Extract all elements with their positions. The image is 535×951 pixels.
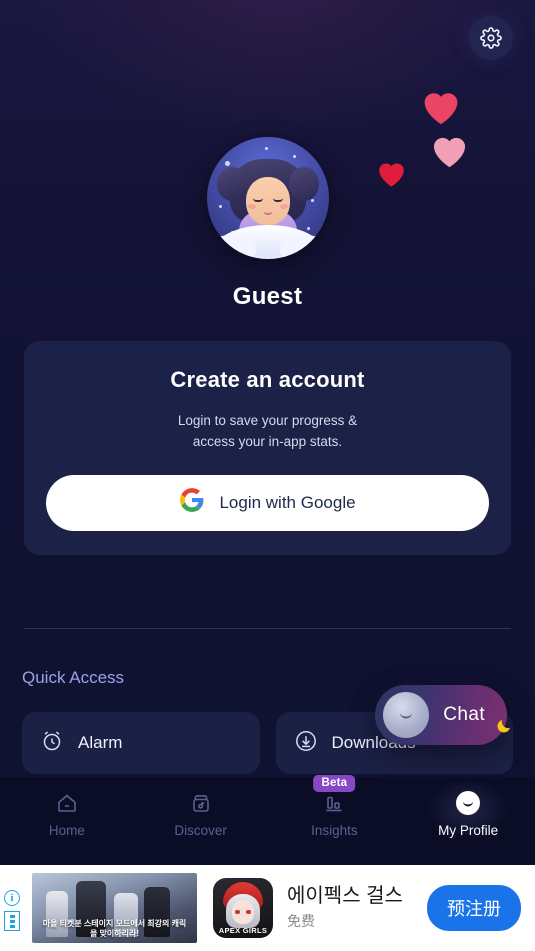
profile-face-icon (456, 791, 481, 815)
crescent-moon-icon (495, 717, 513, 735)
download-circle-icon (294, 729, 318, 758)
nav-item-my-profile[interactable]: My Profile (401, 791, 535, 838)
card-subtitle-line2: access your in-app stats. (192, 433, 343, 449)
music-box-icon (189, 791, 213, 815)
nav-label: Discover (174, 823, 227, 838)
quick-access-title: Quick Access (22, 668, 125, 687)
heart-icon-2 (428, 131, 471, 169)
ad-hero-caption: 마을 티켓분 스테이지 모드에서 최강의 캐릭을 맞이하리라! (42, 919, 187, 938)
card-subtitle: Login to save your progress & access you… (46, 411, 489, 453)
settings-button[interactable] (469, 16, 513, 60)
bottom-navigation: Home Discover Beta Insights My Profile (0, 775, 535, 865)
sleeping-girl-avatar (206, 137, 329, 259)
quick-access-item-alarm[interactable]: Alarm (22, 712, 260, 774)
home-icon (55, 791, 79, 815)
nav-item-discover[interactable]: Discover (134, 791, 268, 838)
beta-badge: Beta (313, 775, 356, 792)
nav-item-home[interactable]: Home (0, 791, 134, 838)
google-button-label: Login with Google (219, 492, 356, 512)
ad-banner[interactable]: i 마을 티켓분 스테이지 모드에서 최강의 캐릭을 맞이하리라! APEX G… (0, 865, 535, 951)
chat-floating-button[interactable]: Chat (375, 685, 510, 745)
gear-icon (480, 27, 502, 49)
bar-chart-icon (322, 791, 346, 815)
nav-label: Insights (311, 823, 358, 838)
profile-avatar[interactable] (206, 137, 329, 259)
ad-text: 에이펙스 걸스 免费 (287, 885, 427, 931)
card-title: Create an account (170, 367, 365, 392)
nav-item-insights[interactable]: Beta Insights (268, 775, 402, 838)
ad-title: 에이펙스 걸스 (287, 885, 403, 907)
quick-access-label: Alarm (78, 733, 123, 752)
ad-cta-button[interactable]: 预注册 (427, 885, 521, 931)
game-artwork-image: 마을 티켓분 스테이지 모드에서 최강의 캐릭을 맞이하리라! (32, 873, 197, 943)
app-icon-label: APEX GIRLS (218, 926, 268, 935)
info-icon[interactable]: i (4, 890, 20, 906)
card-subtitle-line1: Login to save your progress & (177, 413, 358, 428)
nav-label: Home (48, 823, 85, 838)
apex-girls-app-icon: APEX GIRLS (213, 878, 273, 938)
adchoices-icon[interactable] (4, 911, 20, 931)
profile-name: Guest (232, 283, 303, 310)
alarm-clock-icon (40, 729, 64, 758)
section-divider (24, 628, 511, 629)
create-account-card: Create an account Login to save your pro… (24, 341, 511, 555)
nav-label: My Profile (438, 823, 499, 838)
login-with-google-button[interactable]: Login with Google (46, 474, 489, 531)
heart-icon-1 (418, 86, 464, 126)
chat-label: Chat (443, 704, 485, 725)
google-g-icon (179, 487, 205, 518)
sleeping-face-icon (383, 692, 430, 738)
ad-price: 免费 (287, 913, 315, 929)
app-screen: Guest Create an account Login to save yo… (0, 0, 535, 951)
heart-icon-3 (375, 158, 408, 188)
ad-meta: i (0, 865, 26, 951)
